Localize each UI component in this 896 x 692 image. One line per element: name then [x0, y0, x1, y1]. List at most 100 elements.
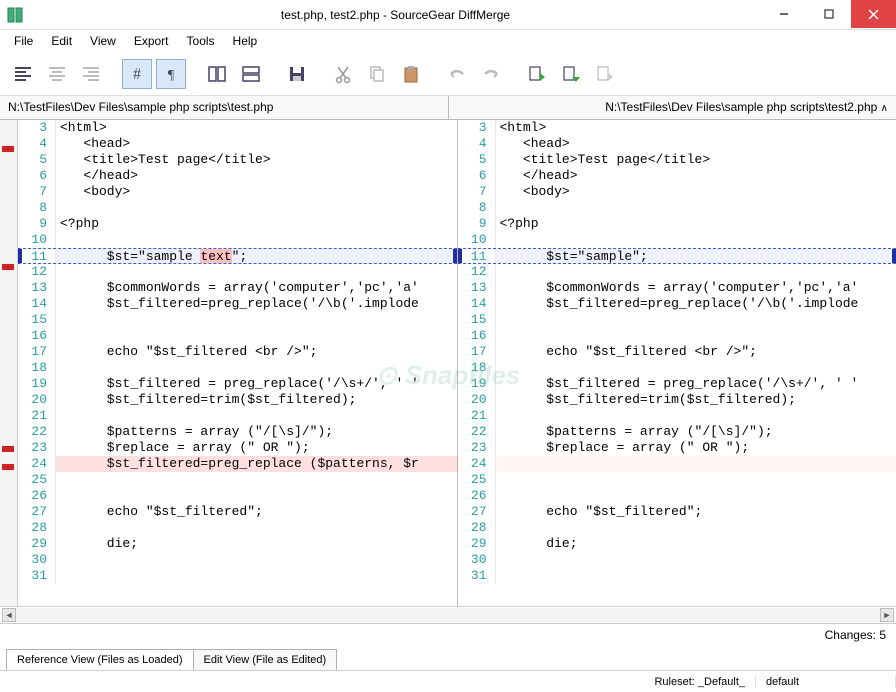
code-line[interactable]: 3<html> [18, 120, 457, 136]
code-line[interactable]: 27 echo "$st_filtered"; [458, 504, 896, 520]
paste-icon[interactable] [396, 59, 426, 89]
code-line[interactable]: 18 [18, 360, 457, 376]
change-marker[interactable] [2, 446, 14, 452]
code-line[interactable]: 31 [458, 568, 896, 584]
code-line[interactable]: 19 $st_filtered = preg_replace('/\s+/', … [458, 376, 896, 392]
code-line[interactable]: 24 $st_filtered=preg_replace ($patterns,… [18, 456, 457, 472]
code-line[interactable]: 12 [458, 264, 896, 280]
code-line[interactable]: 11 $st="sample"; [458, 248, 896, 264]
show-linenumbers-icon[interactable]: # [122, 59, 152, 89]
code-line[interactable]: 15 [458, 312, 896, 328]
code-line[interactable]: 18 [458, 360, 896, 376]
code-line[interactable]: 13 $commonWords = array('computer','pc',… [458, 280, 896, 296]
code-line[interactable]: 21 [458, 408, 896, 424]
tab-edit-view[interactable]: Edit View (File as Edited) [193, 649, 338, 670]
cut-icon[interactable] [328, 59, 358, 89]
menu-view[interactable]: View [82, 32, 124, 50]
code-line[interactable]: 6 </head> [458, 168, 896, 184]
split-vertical-icon[interactable] [202, 59, 232, 89]
code-line[interactable]: 28 [18, 520, 457, 536]
code-line[interactable]: 13 $commonWords = array('computer','pc',… [18, 280, 457, 296]
menu-export[interactable]: Export [126, 32, 177, 50]
menu-help[interactable]: Help [225, 32, 266, 50]
copy-icon[interactable] [362, 59, 392, 89]
code-line[interactable]: 14 $st_filtered=preg_replace('/\b('.impl… [18, 296, 457, 312]
code-line[interactable]: 8 [18, 200, 457, 216]
scroll-track[interactable] [16, 608, 880, 622]
maximize-button[interactable] [806, 0, 851, 28]
align-right-icon[interactable] [76, 59, 106, 89]
close-button[interactable] [851, 0, 896, 28]
code-line[interactable]: 5 <title>Test page</title> [458, 152, 896, 168]
code-line[interactable]: 9<?php [18, 216, 457, 232]
code-line[interactable]: 17 echo "$st_filtered <br />"; [18, 344, 457, 360]
code-line[interactable]: 30 [458, 552, 896, 568]
code-line[interactable]: 30 [18, 552, 457, 568]
menu-edit[interactable]: Edit [43, 32, 80, 50]
code-line[interactable]: 4 <head> [18, 136, 457, 152]
redo-icon[interactable] [476, 59, 506, 89]
code-line[interactable]: 5 <title>Test page</title> [18, 152, 457, 168]
prev-diff-icon[interactable] [522, 59, 552, 89]
code-line[interactable]: 16 [458, 328, 896, 344]
code-line[interactable]: 24 [458, 456, 896, 472]
code-line[interactable]: 12 [18, 264, 457, 280]
left-code[interactable]: 3<html>4 <head>5 <title>Test page</title… [18, 120, 457, 606]
code-line[interactable]: 15 [18, 312, 457, 328]
scroll-right-arrow-icon[interactable]: ► [880, 608, 894, 622]
code-text: $st_filtered=preg_replace ($patterns, $r [56, 456, 457, 472]
code-line[interactable]: 25 [458, 472, 896, 488]
hscroll-left[interactable]: ◄ ► [0, 607, 896, 623]
code-line[interactable]: 6 </head> [18, 168, 457, 184]
apply-diff-icon[interactable] [590, 59, 620, 89]
minimize-button[interactable] [761, 0, 806, 28]
change-marker[interactable] [2, 464, 14, 470]
next-diff-icon[interactable] [556, 59, 586, 89]
code-line[interactable]: 25 [18, 472, 457, 488]
code-text [496, 520, 896, 536]
code-line[interactable]: 29 die; [18, 536, 457, 552]
save-icon[interactable] [282, 59, 312, 89]
scroll-left-arrow-icon[interactable]: ◄ [2, 608, 16, 622]
code-line[interactable]: 14 $st_filtered=preg_replace('/\b('.impl… [458, 296, 896, 312]
code-line[interactable]: 7 <body> [458, 184, 896, 200]
code-line[interactable]: 17 echo "$st_filtered <br />"; [458, 344, 896, 360]
code-line[interactable]: 27 echo "$st_filtered"; [18, 504, 457, 520]
change-marker[interactable] [2, 146, 14, 152]
code-line[interactable]: 26 [458, 488, 896, 504]
code-line[interactable]: 29 die; [458, 536, 896, 552]
tab-reference-view[interactable]: Reference View (Files as Loaded) [6, 649, 194, 670]
code-line[interactable]: 10 [18, 232, 457, 248]
code-line[interactable]: 8 [458, 200, 896, 216]
code-line[interactable]: 26 [18, 488, 457, 504]
split-horizontal-icon[interactable] [236, 59, 266, 89]
code-line[interactable]: 28 [458, 520, 896, 536]
code-line[interactable]: 21 [18, 408, 457, 424]
code-line[interactable]: 16 [18, 328, 457, 344]
align-center-icon[interactable] [42, 59, 72, 89]
change-overview-strip[interactable] [0, 120, 18, 606]
right-code[interactable]: 3<html>4 <head>5 <title>Test page</title… [458, 120, 896, 606]
change-marker[interactable] [2, 264, 14, 270]
menu-tools[interactable]: Tools [179, 32, 223, 50]
code-line[interactable]: 20 $st_filtered=trim($st_filtered); [458, 392, 896, 408]
code-line[interactable]: 3<html> [458, 120, 896, 136]
code-line[interactable]: 20 $st_filtered=trim($st_filtered); [18, 392, 457, 408]
code-text: <title>Test page</title> [56, 152, 457, 168]
undo-icon[interactable] [442, 59, 472, 89]
code-line[interactable]: 9<?php [458, 216, 896, 232]
code-line[interactable]: 22 $patterns = array ("/[\s]/"); [18, 424, 457, 440]
code-text: echo "$st_filtered"; [56, 504, 457, 520]
code-line[interactable]: 11 $st="sample text"; [18, 248, 457, 264]
code-line[interactable]: 19 $st_filtered = preg_replace('/\s+/', … [18, 376, 457, 392]
code-line[interactable]: 31 [18, 568, 457, 584]
code-line[interactable]: 10 [458, 232, 896, 248]
code-line[interactable]: 23 $replace = array (" OR "); [458, 440, 896, 456]
code-line[interactable]: 7 <body> [18, 184, 457, 200]
code-line[interactable]: 4 <head> [458, 136, 896, 152]
show-whitespace-icon[interactable]: ¶ [156, 59, 186, 89]
menu-file[interactable]: File [6, 32, 41, 50]
code-line[interactable]: 22 $patterns = array ("/[\s]/"); [458, 424, 896, 440]
align-left-icon[interactable] [8, 59, 38, 89]
code-line[interactable]: 23 $replace = array (" OR "); [18, 440, 457, 456]
